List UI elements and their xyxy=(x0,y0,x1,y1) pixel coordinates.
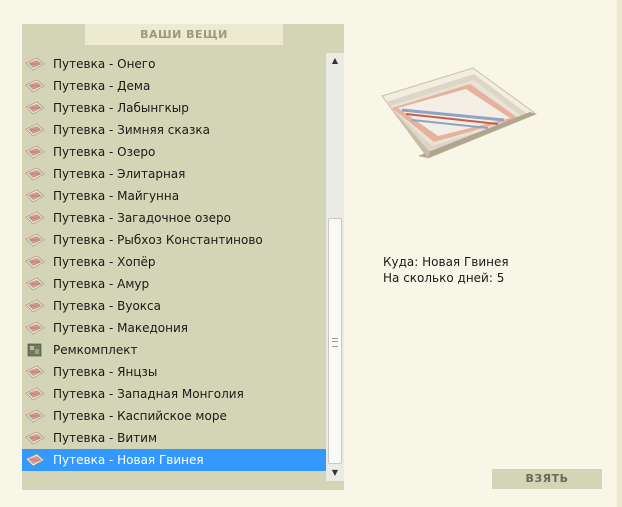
ticket-icon xyxy=(25,299,45,313)
panel-title: ВАШИ ВЕЩИ xyxy=(85,24,283,45)
ticket-icon xyxy=(25,79,45,93)
list-item[interactable]: Путевка - Хопёр xyxy=(22,251,326,273)
list-item-label: Путевка - Дема xyxy=(53,79,151,93)
ticket-icon xyxy=(25,321,45,335)
list-item-label: Путевка - Рыбхоз Константиново xyxy=(53,233,263,247)
list-item[interactable]: Путевка - Элитарная xyxy=(22,163,326,185)
list-scrollbar[interactable]: ▲ ▼ xyxy=(326,53,344,481)
list-item-label: Ремкомплект xyxy=(53,343,138,357)
list-item-label: Путевка - Хопёр xyxy=(53,255,156,269)
list-item-label: Путевка - Витим xyxy=(53,431,158,445)
items-list[interactable]: Путевка - Онего Путевка - Дема Путевка - Л… xyxy=(22,53,326,481)
ticket-icon xyxy=(25,453,45,467)
ticket-icon xyxy=(25,233,45,247)
list-item[interactable]: Путевка - Загадочное озеро xyxy=(22,207,326,229)
scrollbar-grip-icon xyxy=(332,338,338,347)
list-item-selected[interactable]: Путевка - Новая Гвинея xyxy=(22,449,326,471)
list-item[interactable]: Путевка - Онего xyxy=(22,53,326,75)
list-item[interactable]: Путевка - Македония xyxy=(22,317,326,339)
list-item-label: Путевка - Майгунна xyxy=(53,189,180,203)
list-item-label: Путевка - Зимняя сказка xyxy=(53,123,210,137)
ticket-icon xyxy=(25,167,45,181)
list-item[interactable]: Путевка - Западная Монголия xyxy=(22,383,326,405)
list-item[interactable]: Путевка - Дема xyxy=(22,75,326,97)
ticket-icon xyxy=(25,409,45,423)
list-item-label: Путевка - Македония xyxy=(53,321,188,335)
list-item[interactable]: Путевка - Витим xyxy=(22,427,326,449)
list-item[interactable]: Путевка - Лабынгкыр xyxy=(22,97,326,119)
list-item-label: Путевка - Амур xyxy=(53,277,150,291)
ticket-icon xyxy=(25,211,45,225)
ticket-icon xyxy=(25,101,45,115)
item-details: Куда: Новая Гвинея На сколько дней: 5 xyxy=(383,254,509,286)
list-item-label: Путевка - Новая Гвинея xyxy=(53,453,204,467)
list-item-label: Путевка - Лабынгкыр xyxy=(53,101,189,115)
ticket-icon xyxy=(25,145,45,159)
list-item[interactable]: Путевка - Озеро xyxy=(22,141,326,163)
list-item[interactable]: Ремкомплект xyxy=(22,339,326,361)
ticket-icon xyxy=(25,189,45,203)
list-item[interactable]: Путевка - Зимняя сказка xyxy=(22,119,326,141)
list-item-label: Путевка - Онего xyxy=(53,57,156,71)
ticket-icon xyxy=(25,123,45,137)
ticket-icon xyxy=(25,365,45,379)
right-border xyxy=(617,0,622,507)
list-item-label: Путевка - Каспийское море xyxy=(53,409,227,423)
list-item-label: Путевка - Загадочное озеро xyxy=(53,211,232,225)
list-item-label: Путевка - Западная Монголия xyxy=(53,387,244,401)
list-item-label: Путевка - Вуокса xyxy=(53,299,162,313)
list-item[interactable]: Путевка - Вуокса xyxy=(22,295,326,317)
list-item-label: Путевка - Янцзы xyxy=(53,365,158,379)
list-item[interactable]: Путевка - Каспийское море xyxy=(22,405,326,427)
days-text: На сколько дней: 5 xyxy=(383,271,505,285)
ticket-image xyxy=(378,62,538,172)
scrollbar-thumb[interactable] xyxy=(328,218,342,464)
list-item[interactable]: Путевка - Майгунна xyxy=(22,185,326,207)
destination-text: Куда: Новая Гвинея xyxy=(383,255,509,269)
scroll-up-arrow-icon[interactable]: ▲ xyxy=(326,53,344,69)
list-item[interactable]: Путевка - Янцзы xyxy=(22,361,326,383)
list-item[interactable]: Путевка - Рыбхоз Константиново xyxy=(22,229,326,251)
ticket-icon xyxy=(25,387,45,401)
list-item-label: Путевка - Элитарная xyxy=(53,167,186,181)
list-item[interactable]: Путевка - Амур xyxy=(22,273,326,295)
ticket-icon xyxy=(25,431,45,445)
repair-kit-icon xyxy=(25,343,45,357)
take-button[interactable]: ВЗЯТЬ xyxy=(492,469,602,489)
ticket-icon xyxy=(25,277,45,291)
ticket-icon xyxy=(25,57,45,71)
ticket-icon xyxy=(25,255,45,269)
list-item-label: Путевка - Озеро xyxy=(53,145,156,159)
scroll-down-arrow-icon[interactable]: ▼ xyxy=(326,465,344,481)
